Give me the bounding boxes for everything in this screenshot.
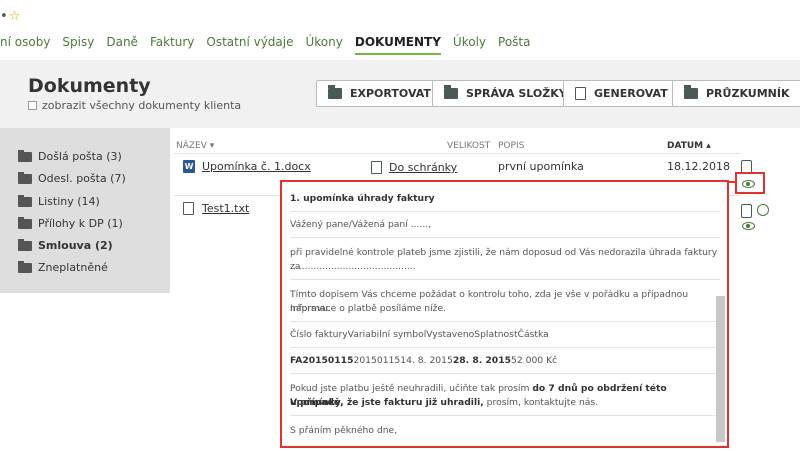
separator bbox=[290, 347, 720, 348]
show-all-documents-checkbox[interactable]: zobrazit všechny dokumenty klienta bbox=[28, 99, 241, 112]
folder-label: Zneplatněné bbox=[38, 261, 108, 274]
export-button-label: EXPORTOVAT bbox=[350, 87, 431, 100]
header-divider bbox=[174, 153, 740, 154]
separator bbox=[290, 279, 720, 280]
preview-scrollbar[interactable] bbox=[716, 296, 725, 442]
folder-icon bbox=[18, 149, 32, 162]
folder-management-button-label: SPRÁVA SLOŽKY bbox=[466, 87, 567, 100]
folder-label: Odesl. pošta (7) bbox=[38, 172, 126, 185]
column-header-description[interactable]: POPIS bbox=[498, 141, 524, 151]
main-nav: ní osoby Spisy Daně Faktury Ostatní výda… bbox=[0, 35, 542, 55]
file-name-link[interactable]: Test1.txt bbox=[202, 202, 249, 215]
folder-icon bbox=[18, 216, 32, 229]
folder-settings-icon bbox=[444, 85, 458, 99]
generate-button[interactable]: GENEROVAT bbox=[563, 80, 680, 107]
column-header-size[interactable]: VELIKOST bbox=[447, 141, 490, 151]
nav-item-files[interactable]: Spisy bbox=[62, 35, 94, 55]
preview-paragraph-2-line-2: Informace o platbě posíláme níže. bbox=[290, 303, 447, 314]
export-button[interactable]: EXPORTOVAT bbox=[316, 80, 443, 107]
to-mailbox-link[interactable]: Do schránky bbox=[389, 161, 457, 174]
folder-management-button[interactable]: SPRÁVA SLOŽKY bbox=[432, 80, 579, 107]
nav-item-invoices[interactable]: Faktury bbox=[150, 35, 194, 55]
explorer-button[interactable]: PRŮZKUMNÍK bbox=[672, 80, 800, 107]
nav-item-taxes[interactable]: Daně bbox=[106, 35, 138, 55]
checkbox-label: zobrazit všechny dokumenty klienta bbox=[42, 99, 242, 112]
separator bbox=[290, 321, 720, 322]
page-title: Dokumenty bbox=[28, 75, 151, 97]
separator bbox=[290, 415, 720, 416]
nav-item-acts[interactable]: Úkony bbox=[306, 35, 343, 55]
favorite-star-icon[interactable]: •☆ bbox=[0, 9, 20, 24]
folder-icon bbox=[18, 238, 32, 251]
file-description: první upomínka bbox=[498, 160, 584, 173]
preview-invoice-row: FA201501152015011514. 8. 201528. 8. 2015… bbox=[290, 355, 558, 366]
folder-icon bbox=[18, 260, 32, 273]
nav-item-documents[interactable]: DOKUMENTY bbox=[354, 35, 441, 55]
separator bbox=[290, 237, 720, 238]
explorer-button-label: PRŮZKUMNÍK bbox=[706, 87, 790, 100]
preview-paragraph-4: V případě, že jste fakturu již uhradili,… bbox=[290, 397, 599, 408]
column-header-date[interactable]: DATUM ▴ bbox=[667, 141, 711, 151]
folder-label: Přílohy k DP (1) bbox=[38, 217, 123, 230]
folder-icon bbox=[18, 171, 32, 184]
file-date: 18.12.2018 bbox=[667, 160, 730, 173]
generate-button-label: GENEROVAT bbox=[594, 87, 668, 100]
sidebar-item-invalidated[interactable]: Zneplatněné bbox=[18, 260, 108, 274]
preview-greeting: Vážený pane/Vážená paní ......, bbox=[290, 219, 432, 230]
folder-label: Došlá pošta (3) bbox=[38, 150, 122, 163]
nav-item-persons[interactable]: ní osoby bbox=[0, 35, 50, 55]
preview-closing: S přáním pěkného dne, bbox=[290, 425, 398, 436]
folder-label: Listiny (14) bbox=[38, 195, 100, 208]
folder-label: Smlouva (2) bbox=[38, 239, 113, 252]
separator bbox=[290, 211, 720, 212]
preview-invoice-table-header: Číslo fakturyVariabilní symbolVystavenoS… bbox=[290, 329, 549, 340]
folder-sidebar: Došlá pošta (3) Odesl. pošta (7) Listiny… bbox=[0, 128, 170, 293]
sidebar-item-documents[interactable]: Listiny (14) bbox=[18, 194, 100, 208]
nav-item-other-expenses[interactable]: Ostatní výdaje bbox=[206, 35, 293, 55]
highlight-box bbox=[735, 172, 765, 194]
file-name-link[interactable]: Upomínka č. 1.docx bbox=[202, 160, 311, 173]
text-file-icon bbox=[183, 202, 194, 215]
nav-item-tasks[interactable]: Úkoly bbox=[453, 35, 486, 55]
clipboard-icon[interactable] bbox=[741, 204, 752, 218]
word-file-icon: W bbox=[183, 160, 195, 173]
nav-item-mail[interactable]: Pošta bbox=[498, 35, 530, 55]
sidebar-item-sent-mail[interactable]: Odesl. pošta (7) bbox=[18, 171, 126, 185]
preview-title: 1. upomínka úhrady faktury bbox=[290, 193, 435, 204]
document-preview-popup: 1. upomínka úhrady faktury Vážený pane/V… bbox=[280, 180, 729, 448]
history-icon[interactable] bbox=[757, 204, 769, 216]
sidebar-item-tax-attachments[interactable]: Přílohy k DP (1) bbox=[18, 216, 123, 230]
page-header: Dokumenty zobrazit všechny dokumenty kli… bbox=[0, 60, 800, 128]
folder-export-icon bbox=[328, 85, 342, 99]
folder-icon bbox=[684, 85, 698, 99]
column-header-name[interactable]: NÁZEV ▾ bbox=[176, 141, 214, 151]
document-icon bbox=[371, 161, 382, 174]
document-icon bbox=[575, 87, 586, 100]
folder-icon bbox=[18, 194, 32, 207]
preview-paragraph-1-dots: ........................................… bbox=[290, 261, 416, 272]
top-bar: •☆ ní osoby Spisy Daně Faktury Ostatní v… bbox=[0, 0, 800, 58]
sidebar-item-contract[interactable]: Smlouva (2) bbox=[18, 238, 113, 252]
separator bbox=[290, 373, 720, 374]
sidebar-item-incoming-mail[interactable]: Došlá pošta (3) bbox=[18, 149, 122, 163]
checkbox-box[interactable] bbox=[28, 101, 37, 110]
preview-eye-icon[interactable] bbox=[742, 222, 755, 230]
